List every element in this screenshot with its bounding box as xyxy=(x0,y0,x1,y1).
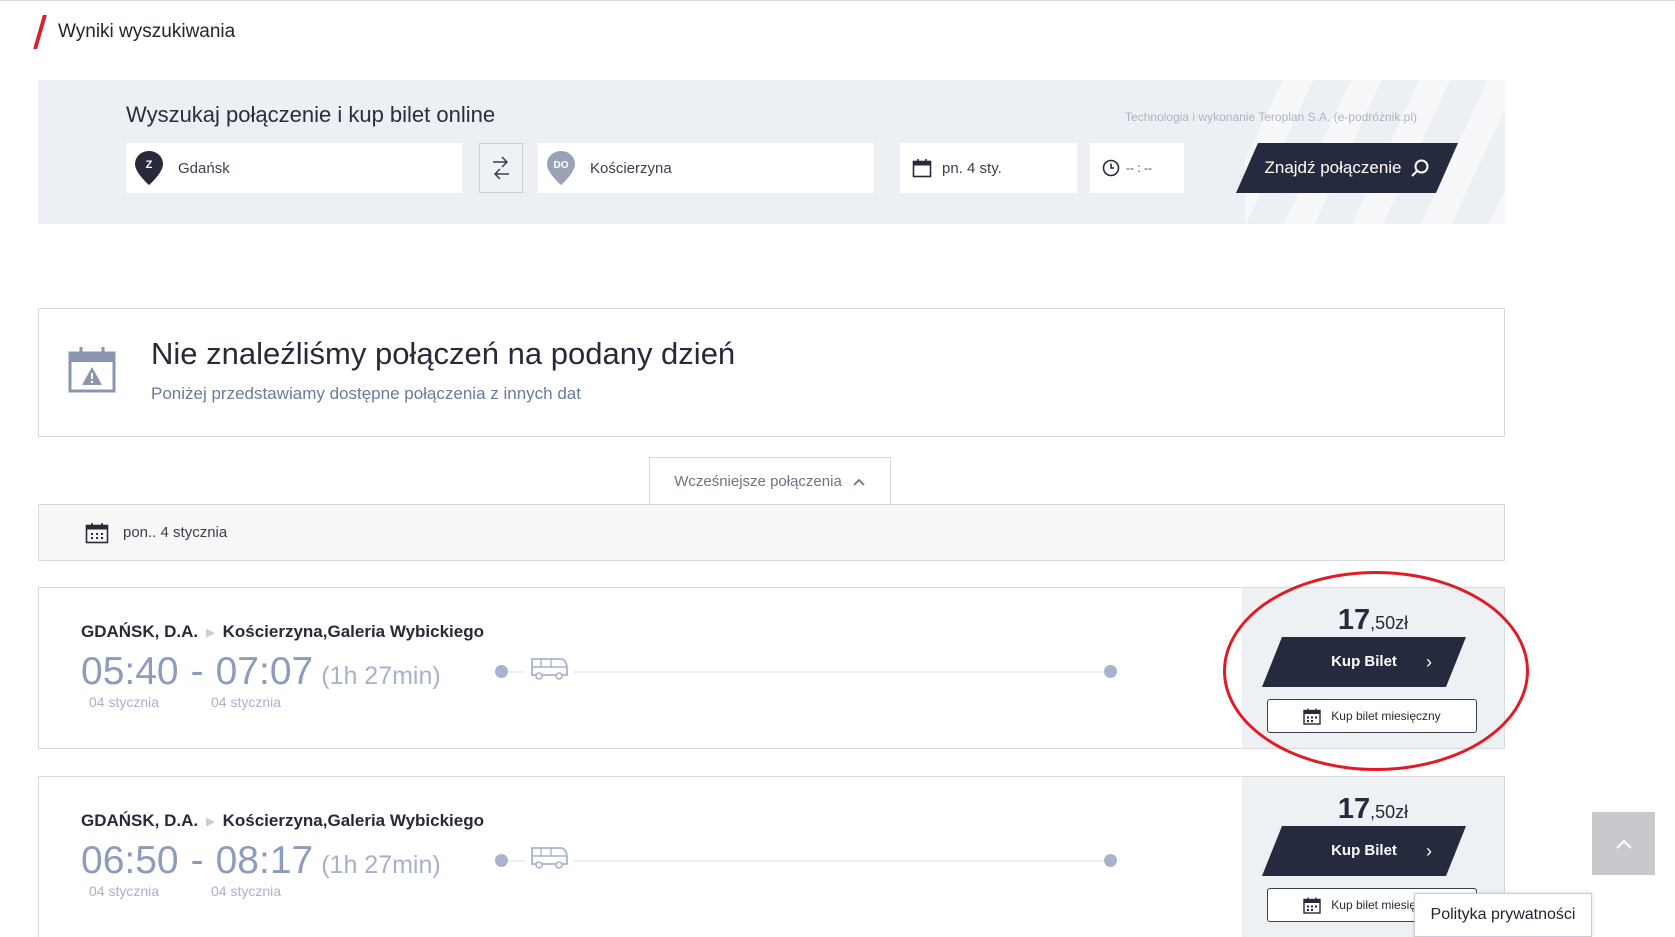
route-from: GDAŃSK, D.A. xyxy=(81,622,199,641)
technology-note: Technologia i wykonanie Teroplan S.A. (e… xyxy=(1125,110,1417,124)
accent-slash xyxy=(33,15,47,49)
route: GDAŃSK, D.A. ▶ Kościerzyna,Galeria Wybic… xyxy=(81,622,484,642)
calendar-icon xyxy=(1303,708,1321,725)
route-timeline xyxy=(495,655,1117,681)
notice-title: Nie znaleźliśmy połączeń na podany dzień xyxy=(151,336,736,371)
find-button-label: Znajdź połączenie xyxy=(1264,158,1402,177)
price-fraction: ,50zł xyxy=(1370,613,1409,633)
date-value: pn. 4 sty. xyxy=(942,159,1002,177)
time-separator: - xyxy=(190,650,204,693)
calendar-icon xyxy=(912,159,932,178)
timeline-line xyxy=(495,671,1117,673)
buy-monthly-ticket-button[interactable]: Kup bilet miesięczny xyxy=(1267,699,1477,733)
find-connection-button[interactable]: Znajdź połączenie xyxy=(1236,143,1458,193)
from-field[interactable]: Z Gdańsk xyxy=(126,143,462,193)
to-value: Kościerzyna xyxy=(590,159,672,177)
privacy-policy-link[interactable]: Polityka prywatności xyxy=(1414,893,1592,937)
result-card: GDAŃSK, D.A. ▶ Kościerzyna,Galeria Wybic… xyxy=(38,587,1505,749)
page-header: Wyniki wyszukiwania xyxy=(33,15,236,49)
from-value: Gdańsk xyxy=(178,159,230,177)
price: 17,50zł xyxy=(1242,604,1504,637)
buy-monthly-label: Kup bilet miesięczny xyxy=(1331,709,1441,723)
price: 17,50zł xyxy=(1242,793,1504,826)
earlier-connections-button[interactable]: Wcześniejsze połączenia xyxy=(649,457,891,505)
route: GDAŃSK, D.A. ▶ Kościerzyna,Galeria Wybic… xyxy=(81,811,484,831)
times: 05:40 - 07:07 (1h 27min) xyxy=(81,650,441,694)
arrival-date: 04 stycznia xyxy=(211,694,282,710)
departure-date: 04 stycznia xyxy=(89,883,160,899)
no-connections-notice: Nie znaleźliśmy połączeń na podany dzień… xyxy=(38,308,1505,437)
duration: (1h 27min) xyxy=(321,662,441,690)
calendar-warning-icon xyxy=(68,347,116,393)
date-group-label: pon.. 4 stycznia xyxy=(123,524,228,541)
duration: (1h 27min) xyxy=(321,851,441,879)
buy-ticket-label: Kup Bilet xyxy=(1331,842,1397,859)
to-pin-icon: DO xyxy=(547,151,575,185)
search-heading: Wyszukaj połączenie i kup bilet online xyxy=(126,102,496,127)
arrival-time: 07:07 xyxy=(215,650,314,693)
arrival-date: 04 stycznia xyxy=(211,883,282,899)
from-pin-icon: Z xyxy=(135,151,163,185)
chevron-up-icon xyxy=(853,478,865,486)
swap-arrows-icon xyxy=(493,156,509,180)
calendar-icon xyxy=(1303,897,1321,914)
scroll-to-top-button[interactable] xyxy=(1592,812,1655,875)
departure-time: 05:40 xyxy=(81,650,179,693)
time-field[interactable]: -- : -- xyxy=(1090,143,1184,193)
bus-icon xyxy=(525,844,573,870)
to-badge: DO xyxy=(554,160,569,171)
from-badge: Z xyxy=(146,159,153,171)
departure-time: 06:50 xyxy=(81,839,179,882)
route-to: Kościerzyna,Galeria Wybickiego xyxy=(222,811,485,830)
page-title: Wyniki wyszukiwania xyxy=(58,21,236,42)
buy-ticket-button[interactable]: Kup Bilet › xyxy=(1262,637,1466,687)
top-divider xyxy=(0,0,1675,1)
price-integer: 17 xyxy=(1337,793,1371,825)
chevron-right-icon: › xyxy=(1426,652,1432,672)
search-icon xyxy=(1410,159,1429,177)
search-panel: Wyszukaj połączenie i kup bilet online T… xyxy=(38,80,1505,224)
date-group-bar: pon.. 4 stycznia xyxy=(38,504,1505,561)
route-arrow-icon: ▶ xyxy=(206,626,215,639)
privacy-policy-label: Polityka prywatności xyxy=(1430,906,1576,923)
route-timeline xyxy=(495,844,1117,870)
time-separator: - xyxy=(190,839,204,882)
arrival-time: 08:17 xyxy=(215,839,314,882)
chevron-up-icon xyxy=(1615,839,1632,849)
buy-ticket-label: Kup Bilet xyxy=(1331,653,1397,670)
result-card: GDAŃSK, D.A. ▶ Kościerzyna,Galeria Wybic… xyxy=(38,776,1505,937)
date-field[interactable]: pn. 4 sty. xyxy=(900,143,1077,193)
swap-button[interactable] xyxy=(479,143,523,193)
price-integer: 17 xyxy=(1337,604,1371,636)
notice-subtitle: Poniżej przedstawiamy dostępne połączeni… xyxy=(151,384,581,403)
earlier-connections-label: Wcześniejsze połączenia xyxy=(674,473,842,490)
route-to: Kościerzyna,Galeria Wybickiego xyxy=(222,622,485,641)
bus-icon xyxy=(525,655,573,681)
time-value: -- : -- xyxy=(1126,161,1152,175)
calendar-icon xyxy=(85,522,109,543)
price-column: 17,50zł Kup Bilet › Kup bilet miesięczny xyxy=(1242,588,1504,748)
timeline-start-dot xyxy=(495,665,508,678)
timeline-end-dot xyxy=(1104,665,1117,678)
route-arrow-icon: ▶ xyxy=(206,815,215,828)
find-button-content: Znajdź połączenie xyxy=(1236,143,1458,193)
timeline-end-dot xyxy=(1104,854,1117,867)
chevron-right-icon: › xyxy=(1426,841,1432,861)
clock-icon xyxy=(1102,159,1120,177)
timeline-line xyxy=(495,860,1117,862)
to-field[interactable]: DO Kościerzyna xyxy=(538,143,874,193)
buy-ticket-button[interactable]: Kup Bilet › xyxy=(1262,826,1466,876)
price-fraction: ,50zł xyxy=(1370,802,1409,822)
times: 06:50 - 08:17 (1h 27min) xyxy=(81,839,441,883)
timeline-start-dot xyxy=(495,854,508,867)
route-from: GDAŃSK, D.A. xyxy=(81,811,199,830)
departure-date: 04 stycznia xyxy=(89,694,160,710)
